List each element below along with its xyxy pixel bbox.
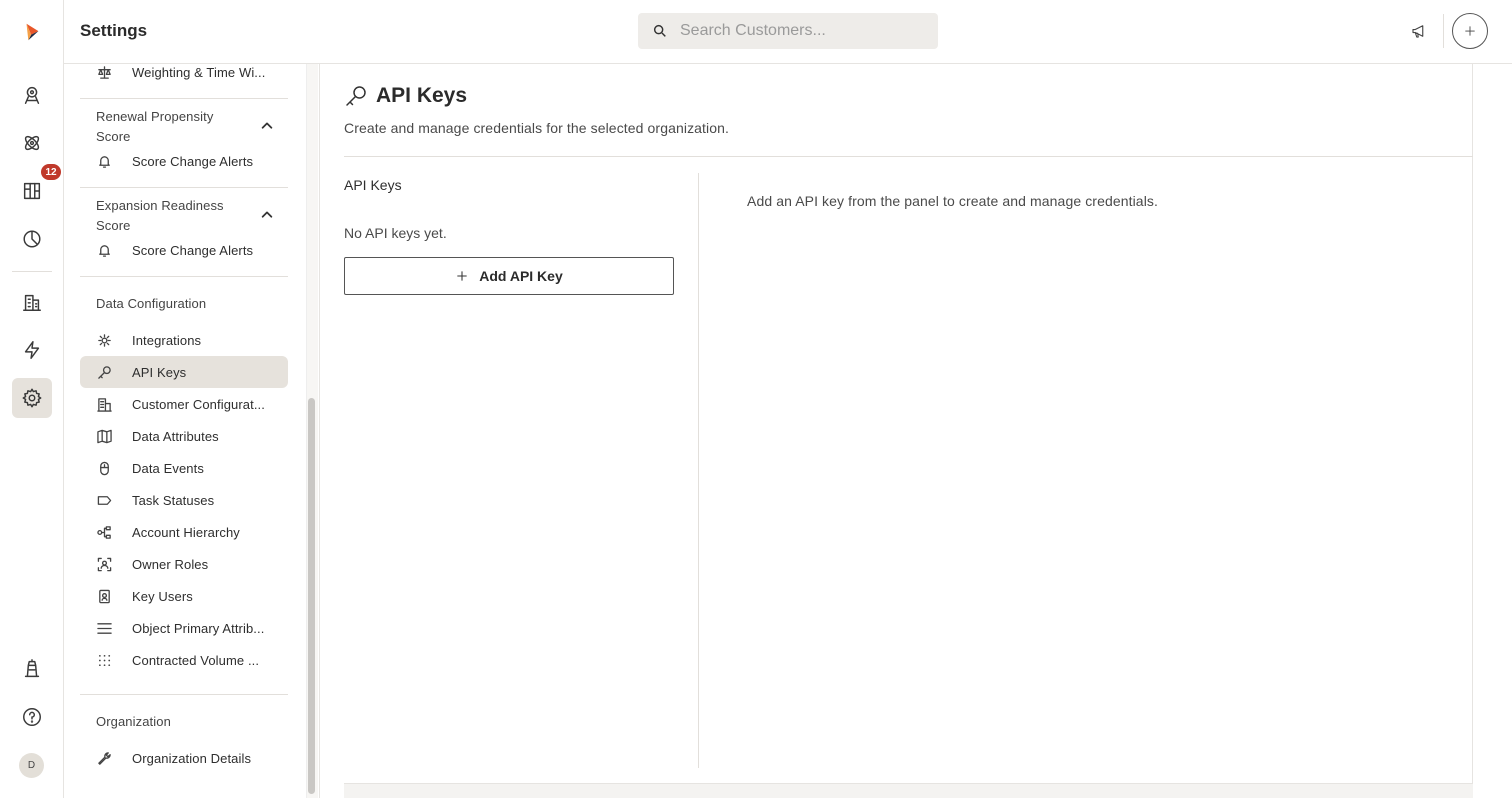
sidebar-item-label: Account Hierarchy	[132, 524, 240, 540]
id-badge-icon	[96, 588, 112, 604]
lighthouse-icon[interactable]	[12, 649, 52, 689]
mouse-icon	[96, 460, 112, 476]
sidebar-item-data-attributes[interactable]: Data Attributes	[80, 420, 288, 452]
sidebar-item-renewal-alerts[interactable]: Score Change Alerts	[80, 145, 288, 177]
sidebar-item-task-statuses[interactable]: Task Statuses	[80, 484, 288, 516]
hierarchy-icon	[96, 524, 112, 540]
map-icon	[96, 428, 112, 444]
dot-grid-icon	[96, 652, 112, 668]
sidebar-item-key-users[interactable]: Key Users	[80, 580, 288, 612]
sidebar-item-integrations[interactable]: Integrations	[80, 324, 288, 356]
sidebar-item-expansion-alerts[interactable]: Score Change Alerts	[80, 234, 288, 266]
logo-icon[interactable]	[12, 12, 52, 52]
key-icon	[344, 84, 368, 108]
detail-panel-text: Add an API key from the panel to create …	[747, 193, 1158, 209]
left-rail: 12 D	[0, 0, 64, 798]
sidebar-item-data-events[interactable]: Data Events	[80, 452, 288, 484]
plug-icon	[96, 332, 112, 348]
sidebar-item-label: Score Change Alerts	[132, 153, 254, 169]
sidebar-item-label: Object Primary Attrib...	[132, 620, 265, 636]
plus-icon	[1465, 26, 1475, 36]
sidebar-item-label: API Keys	[132, 364, 187, 380]
pie-chart-icon[interactable]	[12, 219, 52, 259]
create-button[interactable]	[1452, 13, 1488, 49]
search-bar[interactable]	[638, 13, 938, 49]
sidebar-item-contracted-volume[interactable]: Contracted Volume ...	[80, 644, 288, 676]
horizontal-scrollbar[interactable]	[344, 783, 1473, 798]
sidebar-item-label: Customer Configurat...	[132, 396, 265, 412]
main-content: API Keys Create and manage credentials f…	[320, 64, 1473, 798]
sidebar-item-label: Owner Roles	[132, 556, 209, 572]
sidebar-item-label: Weighting & Time Wi...	[132, 64, 266, 80]
panel-divider	[698, 173, 699, 768]
top-header: Settings	[64, 0, 1512, 64]
sidebar-divider	[80, 276, 288, 277]
sidebar-divider	[80, 187, 288, 188]
group-data-configuration: Data Configuration	[96, 296, 207, 311]
section-subtitle: Create and manage credentials for the se…	[344, 120, 730, 136]
bell-icon	[96, 242, 112, 258]
plus-icon	[457, 271, 467, 281]
key-icon	[96, 364, 112, 380]
sidebar-item-label: Organization Details	[132, 750, 252, 766]
add-api-key-button[interactable]: Add API Key	[344, 257, 674, 295]
gear-icon[interactable]	[12, 378, 52, 418]
notification-badge: 12	[41, 164, 61, 180]
sidebar-divider	[80, 694, 288, 695]
sidebar-scrollbar-thumb[interactable]	[308, 398, 315, 794]
avatar[interactable]: D	[19, 753, 44, 778]
bell-icon	[96, 153, 112, 169]
sidebar-item-label: Integrations	[132, 332, 202, 348]
sidebar-item-account-hierarchy[interactable]: Account Hierarchy	[80, 516, 288, 548]
sidebar-item-organization-details[interactable]: Organization Details	[80, 742, 288, 774]
wrench-icon	[96, 750, 112, 766]
section-title: API Keys	[376, 84, 468, 107]
help-icon[interactable]	[12, 697, 52, 737]
api-keys-heading: API Keys	[344, 177, 402, 193]
sidebar-item-label: Data Events	[132, 460, 204, 476]
chevron-up-icon[interactable]	[260, 208, 276, 224]
group-organization: Organization	[96, 714, 171, 729]
sidebar-item-api-keys[interactable]: API Keys	[80, 356, 288, 388]
lightning-icon[interactable]	[12, 330, 52, 370]
megaphone-icon[interactable]	[1401, 13, 1437, 49]
sidebar-item-label: Contracted Volume ...	[132, 652, 260, 668]
rail-divider	[12, 271, 52, 272]
building-icon[interactable]	[12, 282, 52, 322]
search-icon	[653, 24, 666, 37]
sidebar-item-owner-roles[interactable]: Owner Roles	[80, 548, 288, 580]
atom-icon[interactable]	[12, 123, 52, 163]
scale-icon	[96, 64, 112, 80]
tag-icon	[96, 492, 112, 508]
building-icon	[96, 396, 112, 412]
header-divider	[1443, 14, 1444, 48]
group-renewal-propensity: Renewal Propensity Score	[96, 109, 214, 144]
section-divider	[344, 156, 1473, 157]
sidebar-divider	[80, 98, 288, 99]
chevron-up-icon[interactable]	[260, 119, 276, 135]
sidebar-item-customer-configuration[interactable]: Customer Configurat...	[80, 388, 288, 420]
sidebar-item-label: Key Users	[132, 588, 193, 604]
user-focus-icon	[96, 556, 112, 572]
sidebar-item-label: Score Change Alerts	[132, 242, 254, 258]
search-input[interactable]	[680, 22, 920, 40]
empty-state-text: No API keys yet.	[344, 225, 447, 241]
sidebar-item-weighting[interactable]: Weighting & Time Wi...	[80, 64, 288, 88]
sidebar-item-label: Task Statuses	[132, 492, 215, 508]
sidebar-item-object-primary-attributes[interactable]: Object Primary Attrib...	[80, 612, 288, 644]
list-icon	[96, 620, 112, 636]
radar-icon[interactable]	[12, 75, 52, 115]
settings-sidebar: Weighting & Time Wi... Renewal Propensit…	[64, 64, 320, 798]
group-expansion-readiness: Expansion Readiness Score	[96, 198, 224, 233]
sidebar-item-label: Data Attributes	[132, 428, 219, 444]
add-api-key-label: Add API Key	[479, 268, 563, 284]
page-title: Settings	[80, 21, 148, 40]
